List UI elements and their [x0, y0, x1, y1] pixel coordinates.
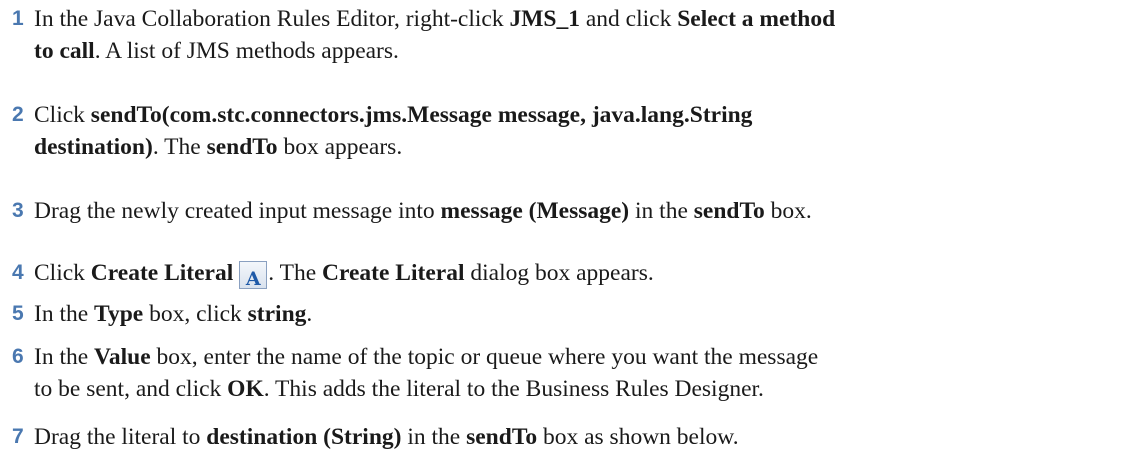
step-text: Click sendTo(com.stc.connectors.jms.Mess…	[34, 99, 1127, 163]
step-text-segment: and click	[579, 6, 678, 32]
step-text-segment: dialog box appears.	[464, 260, 654, 286]
ui-term: Create Literal	[90, 260, 234, 286]
ui-term: Create Literal	[322, 260, 465, 286]
step-2: 2 Click sendTo(com.stc.connectors.jms.Me…	[12, 99, 1127, 163]
step-text-segment: . This adds the literal to the Business …	[263, 376, 764, 402]
step-text-segment: In the	[34, 344, 95, 370]
step-text: Click Create Literal A . The Create Litera…	[34, 257, 1127, 290]
step-text: In the Java Collaboration Rules Editor, …	[34, 3, 1127, 67]
step-text-segment: box as shown below.	[537, 424, 739, 450]
ui-term: to call	[34, 38, 95, 64]
step-number: 2	[12, 103, 24, 126]
step-text: Drag the literal to destination (String)…	[34, 421, 1127, 453]
ui-term: message (Message)	[440, 198, 630, 224]
step-number: 6	[12, 345, 24, 368]
step-text-segment: in the	[401, 424, 467, 450]
create-literal-icon: A	[239, 261, 268, 290]
step-text-segment: . The	[152, 134, 207, 160]
ui-term: destination)	[34, 134, 153, 160]
step-text-segment: Drag the newly created input message int…	[34, 198, 441, 224]
ui-term: sendTo(com.stc.connectors.jms.Message me…	[90, 102, 753, 128]
step-text: Drag the newly created input message int…	[34, 195, 1127, 227]
ui-term: sendTo	[466, 424, 538, 450]
ui-term: sendTo	[206, 134, 278, 160]
step-number: 7	[12, 425, 24, 448]
ui-term: Value	[94, 344, 151, 370]
step-1: 1 In the Java Collaboration Rules Editor…	[12, 3, 1127, 67]
icon-glyph: A	[245, 268, 261, 290]
step-text-segment: .	[306, 301, 313, 327]
step-text-segment: In the Java Collaboration Rules Editor, …	[34, 6, 510, 32]
step-6: 6 In the Value box, enter the name of th…	[12, 341, 1127, 405]
ui-term: sendTo	[693, 198, 765, 224]
step-text-segment: Drag the literal to	[34, 424, 207, 450]
step-5: 5 In the Type box, click string.	[12, 298, 1127, 330]
step-text: In the Value box, enter the name of the …	[34, 341, 1127, 405]
ui-term: JMS_1	[509, 6, 580, 32]
step-3: 3 Drag the newly created input message i…	[12, 195, 1127, 227]
step-text-segment: in the	[629, 198, 694, 224]
ui-term: destination (String)	[206, 424, 402, 450]
ui-term: OK	[227, 376, 264, 402]
step-number: 4	[12, 261, 24, 284]
step-text-segment: Click	[34, 260, 91, 286]
step-number: 5	[12, 302, 24, 325]
step-text: In the Type box, click string.	[34, 298, 1127, 330]
step-7: 7 Drag the literal to destination (Strin…	[12, 421, 1127, 453]
step-number: 1	[12, 7, 24, 30]
step-text-segment: Click	[34, 102, 91, 128]
step-text-segment: box.	[764, 198, 812, 224]
step-text-segment: box, click	[143, 301, 248, 327]
step-number: 3	[12, 199, 24, 222]
ui-term: string	[247, 301, 307, 327]
step-4: 4 Click Create Literal A . The Create Lite…	[12, 257, 1127, 290]
step-text-segment: box, enter the name of the topic or queu…	[150, 344, 819, 370]
step-text-segment: . A list of JMS methods appears.	[94, 38, 399, 64]
step-text-segment: In the	[34, 301, 95, 327]
step-text-segment: box appears.	[277, 134, 403, 160]
ui-term: Select a method	[677, 6, 836, 32]
ui-term: Type	[94, 301, 144, 327]
step-text-segment: to be sent, and click	[34, 376, 228, 402]
step-text-segment: . The	[268, 260, 323, 286]
